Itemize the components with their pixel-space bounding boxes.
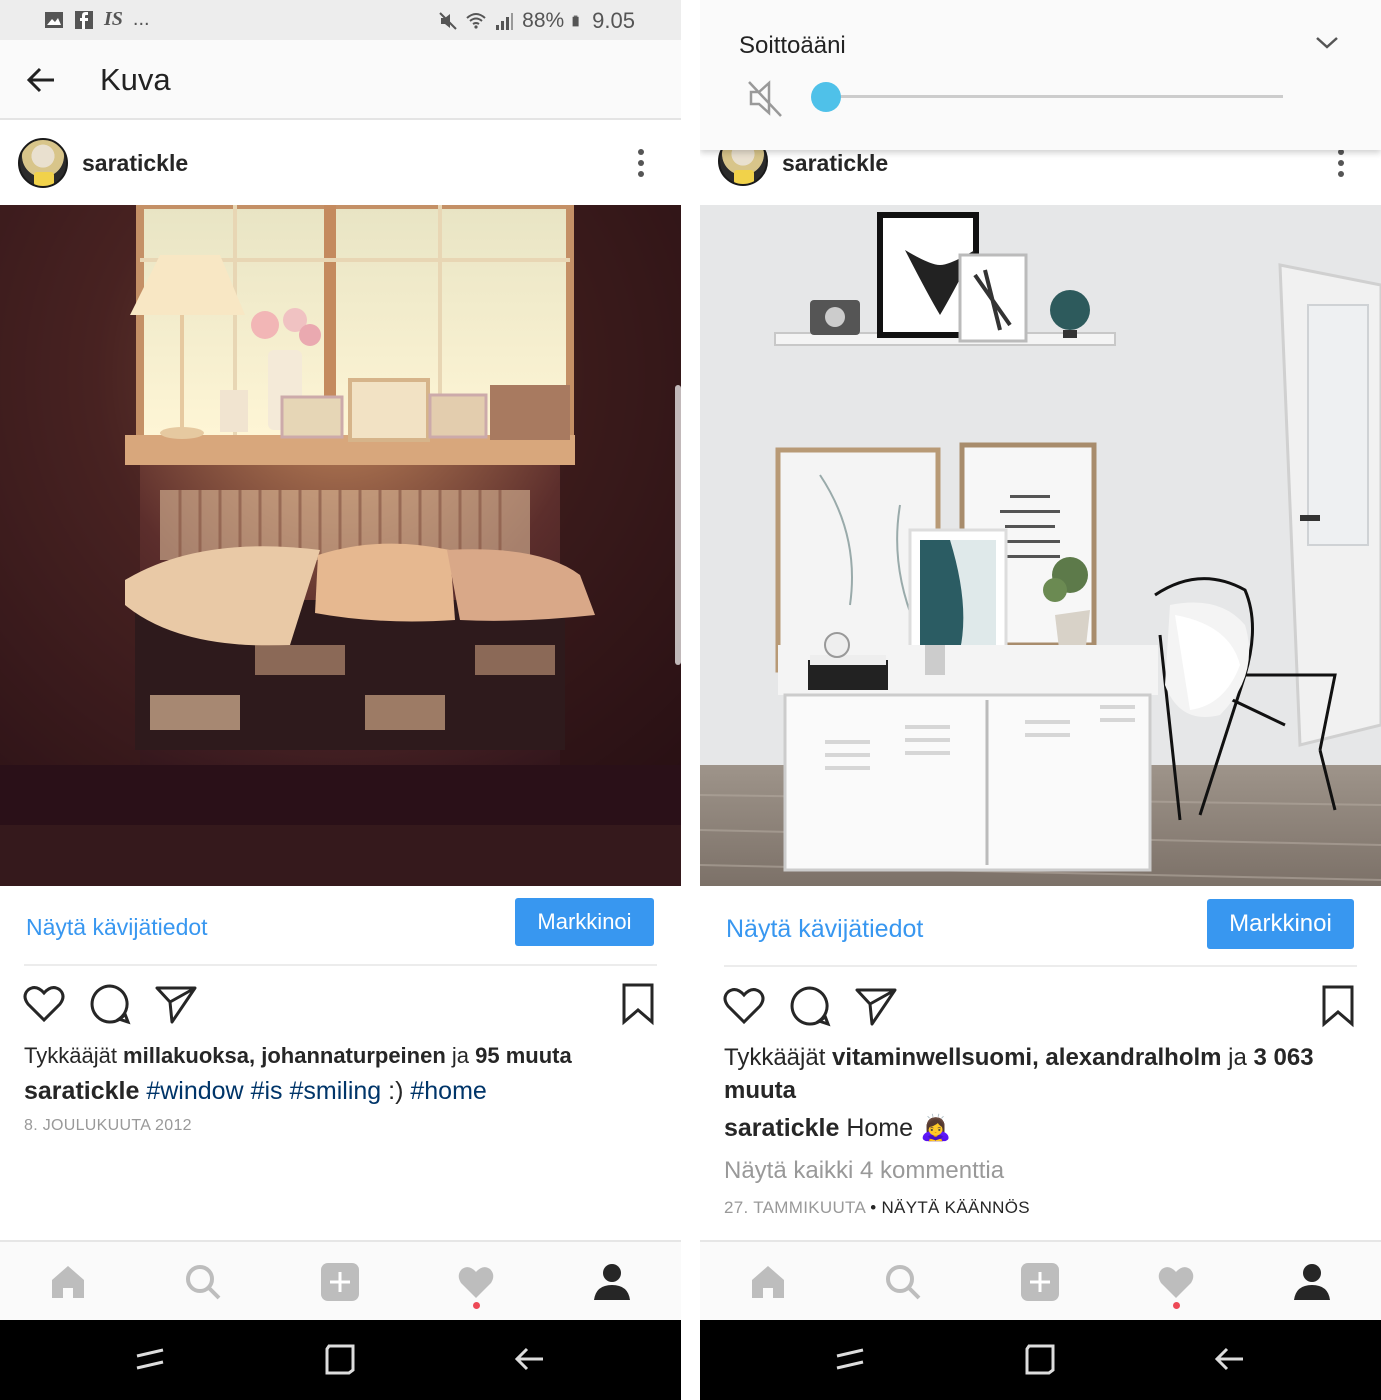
likes-mid: ja <box>445 1043 476 1068</box>
more-options-icon[interactable] <box>1337 148 1345 178</box>
likes-prefix: Tykkääjät <box>24 1043 124 1068</box>
app-bar: Kuva <box>0 40 681 120</box>
share-icon[interactable] <box>154 982 198 1026</box>
post-caption: saratickle #window #is #smiling :) #home <box>24 1073 657 1109</box>
add-post-icon[interactable] <box>320 1262 360 1302</box>
battery-icon <box>572 15 579 27</box>
see-translation-link[interactable]: NÄYTÄ KÄÄNNÖS <box>881 1198 1029 1217</box>
post-photo[interactable] <box>0 205 681 886</box>
bottom-tab-bar <box>700 1240 1381 1320</box>
post-date-row: 27. TAMMIKUUTA • NÄYTÄ KÄÄNNÖS <box>724 1198 1030 1218</box>
search-icon[interactable] <box>183 1262 223 1302</box>
chevron-down-icon[interactable] <box>1315 32 1339 52</box>
android-nav-bar <box>0 1320 681 1400</box>
recent-apps-icon[interactable] <box>833 1342 867 1376</box>
divider <box>24 964 657 966</box>
activity-heart-icon[interactable] <box>456 1262 496 1302</box>
comment-icon[interactable] <box>88 982 132 1026</box>
post-photo[interactable] <box>700 205 1381 886</box>
add-post-icon[interactable] <box>1020 1262 1060 1302</box>
volume-panel: Soittoääni <box>700 0 1381 150</box>
caption-text: #window #is #smiling :) #home <box>146 1077 486 1105</box>
facebook-icon <box>75 10 93 29</box>
wifi-icon <box>466 13 486 29</box>
caption-username[interactable]: saratickle <box>24 1077 139 1105</box>
home-icon[interactable] <box>48 1262 88 1302</box>
post-actions <box>700 984 1381 1044</box>
promote-button[interactable]: Markkinoi <box>1207 899 1354 949</box>
likes-users[interactable]: millakuoksa, johannaturpeinen <box>123 1043 446 1068</box>
speaker-mute-icon[interactable] <box>747 78 785 118</box>
post-date: 8. JOULUKUUTA 2012 <box>24 1117 192 1134</box>
activity-heart-icon[interactable] <box>1156 1262 1196 1302</box>
volume-slider-track[interactable] <box>826 95 1283 98</box>
left-screen: IS ... 88% 9.05 Kuva saratickle Näytä kä… <box>0 0 681 1400</box>
insights-row: Näytä kävijätiedot Markkinoi <box>0 886 681 966</box>
back-icon[interactable] <box>1213 1342 1247 1376</box>
more-notifications: ... <box>132 8 150 30</box>
volume-slider-thumb[interactable] <box>811 82 841 112</box>
post-actions <box>0 982 681 1042</box>
hashtag-link[interactable]: #home <box>410 1077 486 1105</box>
home-icon[interactable] <box>748 1262 788 1302</box>
right-screen: Soittoääni saratickle Näytä kävijätiedot… <box>700 0 1381 1400</box>
back-arrow-icon[interactable] <box>24 62 60 98</box>
likes-mid: ja <box>1221 1044 1254 1071</box>
page-title: Kuva <box>100 62 171 97</box>
likes-prefix: Tykkääjät <box>724 1044 833 1071</box>
image-icon <box>45 11 63 28</box>
likes-count[interactable]: 95 muuta <box>475 1043 572 1068</box>
like-heart-icon[interactable] <box>722 984 766 1028</box>
avatar[interactable] <box>18 138 68 188</box>
home-square-icon[interactable] <box>1023 1342 1057 1376</box>
post-header: saratickle <box>0 122 681 204</box>
more-options-icon[interactable] <box>637 148 645 178</box>
likes-summary[interactable]: Tykkääjät millakuoksa, johannaturpeinen … <box>24 1039 657 1072</box>
caption-fragment <box>244 1077 251 1105</box>
signal-icon <box>496 13 514 30</box>
home-square-icon[interactable] <box>323 1342 357 1376</box>
status-bar: IS ... 88% 9.05 <box>0 0 681 40</box>
back-icon[interactable] <box>513 1342 547 1376</box>
search-icon[interactable] <box>883 1262 923 1302</box>
insights-row: Näytä kävijätiedot Markkinoi <box>700 887 1381 967</box>
view-insights-link[interactable]: Näytä kävijätiedot <box>726 915 923 944</box>
share-icon[interactable] <box>854 984 898 1028</box>
view-all-comments-link[interactable]: Näytä kaikki 4 kommenttia <box>724 1157 1004 1185</box>
recent-apps-icon[interactable] <box>133 1342 167 1376</box>
screen-divider <box>681 0 700 1400</box>
date-separator: • <box>865 1198 882 1217</box>
notification-dot <box>473 1302 480 1309</box>
post-username[interactable]: saratickle <box>782 150 888 177</box>
is-app-icon: IS <box>104 8 123 30</box>
likes-summary[interactable]: Tykkääjät vitaminwellsuomi, alexandralho… <box>724 1041 1357 1107</box>
android-nav-bar <box>700 1320 1381 1400</box>
profile-icon[interactable] <box>1292 1262 1332 1302</box>
post-date: 27. TAMMIKUUTA <box>724 1198 866 1217</box>
post-username[interactable]: saratickle <box>82 150 188 177</box>
hashtag-link[interactable]: #window <box>146 1077 243 1105</box>
mute-icon <box>439 12 457 30</box>
view-insights-link[interactable]: Näytä kävijätiedot <box>26 914 208 941</box>
comment-icon[interactable] <box>788 984 832 1028</box>
save-bookmark-icon[interactable] <box>1316 984 1360 1028</box>
bottom-tab-bar <box>0 1240 681 1320</box>
likes-users[interactable]: vitaminwellsuomi, alexandralholm <box>832 1044 1221 1071</box>
clock: 9.05 <box>592 8 635 33</box>
profile-icon[interactable] <box>592 1262 632 1302</box>
hashtag-link[interactable]: #smiling <box>289 1077 381 1105</box>
battery-percent: 88% <box>522 9 565 32</box>
caption-text: Home 🙇‍♀️ <box>839 1114 952 1142</box>
hashtag-link[interactable]: #is <box>251 1077 283 1105</box>
promote-button[interactable]: Markkinoi <box>515 898 654 946</box>
caption-username[interactable]: saratickle <box>724 1114 839 1142</box>
notification-dot <box>1173 1302 1180 1309</box>
post-caption: saratickle Home 🙇‍♀️ <box>724 1110 1357 1146</box>
caption-fragment: :) <box>381 1077 411 1105</box>
divider <box>724 965 1357 967</box>
save-bookmark-icon[interactable] <box>616 982 660 1026</box>
like-heart-icon[interactable] <box>22 982 66 1026</box>
volume-title: Soittoääni <box>739 32 846 59</box>
